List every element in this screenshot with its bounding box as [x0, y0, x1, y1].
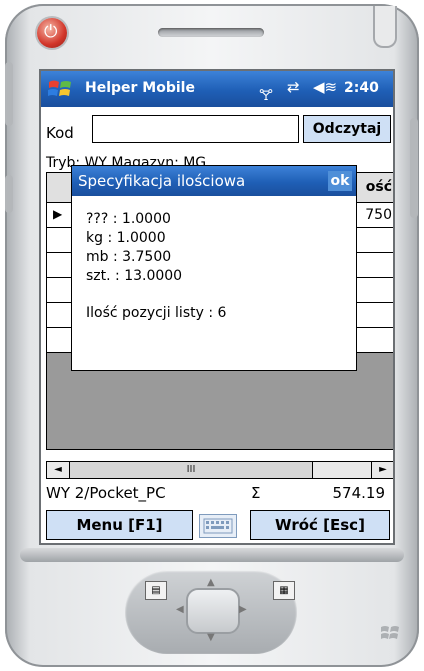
kod-label: Kod [46, 124, 74, 142]
spec-line: kg : 1.0000 [86, 230, 166, 246]
horizontal-scrollbar[interactable]: ◄ III ► [46, 461, 393, 479]
dialog-title-bar: Specyfikacja ilościowa ok [72, 166, 356, 196]
windows-logo-icon [381, 626, 399, 639]
kod-input[interactable] [92, 115, 299, 143]
quantity-spec-dialog: Specyfikacja ilościowa ok ??? : 1.0000 k… [71, 165, 357, 371]
scroll-thumb[interactable]: III [70, 462, 313, 478]
keyboard-icon[interactable] [199, 514, 237, 538]
dialog-body: ??? : 1.0000 kg : 1.0000 mb : 3.7500 szt… [86, 210, 226, 323]
spec-line: szt. : 13.0000 [86, 268, 183, 284]
device-screen: Helper Mobile 🝖 ⇄ ◀≋ 2:40 Kod Odczytaj T… [39, 69, 395, 545]
speaker-grille [158, 28, 264, 37]
side-button-right[interactable] [410, 118, 418, 218]
taskbar: Helper Mobile 🝖 ⇄ ◀≋ 2:40 [41, 71, 393, 107]
windows-start-icon[interactable] [47, 77, 73, 101]
clock[interactable]: 2:40 [344, 80, 379, 96]
scroll-right-icon[interactable]: ► [371, 462, 393, 478]
side-button-upper[interactable] [5, 62, 13, 126]
dpad-center-button[interactable] [186, 588, 240, 634]
app-title: Helper Mobile [85, 80, 195, 96]
document-status: WY 2/Pocket_PC [46, 484, 166, 502]
right-hardware-button[interactable]: ▦ [273, 581, 295, 600]
table-cell: 750 [365, 207, 392, 223]
sigma-icon: Σ [251, 484, 261, 502]
item-count-line: Ilość pozycji listy : 6 [86, 305, 227, 321]
antenna-icon[interactable]: 🝖 [259, 78, 273, 109]
total-sum: 574.19 [332, 484, 386, 502]
read-button[interactable]: Odczytaj [303, 115, 391, 143]
volume-icon[interactable]: ◀≋ [313, 78, 337, 96]
spec-line: ??? : 1.0000 [86, 211, 171, 227]
sync-icon[interactable]: ⇄ [287, 78, 300, 96]
grid-header-quantity[interactable]: ość [366, 179, 392, 195]
power-icon[interactable]: ⏻ [37, 18, 67, 48]
back-softkey[interactable]: Wróć [Esc] [250, 510, 390, 540]
scroll-left-icon[interactable]: ◄ [47, 462, 70, 478]
side-button-lower[interactable] [5, 175, 13, 213]
dpad-left-icon[interactable]: ◀ [176, 604, 184, 615]
dialog-ok-button[interactable]: ok [328, 171, 352, 191]
menu-softkey[interactable]: Menu [F1] [46, 510, 193, 540]
dpad-right-icon[interactable]: ▶ [239, 604, 247, 615]
left-hardware-button[interactable]: ▤ [145, 581, 167, 600]
softkey-bar: Menu [F1] Wróć [Esc] [41, 507, 393, 543]
dpad-up-icon[interactable]: ▲ [207, 577, 215, 588]
row-selected-icon: ▶ [53, 207, 63, 221]
spec-line: mb : 3.7500 [86, 249, 172, 265]
stylus-slot [373, 6, 397, 48]
dpad-down-icon[interactable]: ▼ [207, 632, 215, 643]
hardware-bar [20, 548, 404, 562]
dialog-title: Specyfikacja ilościowa [78, 172, 246, 190]
